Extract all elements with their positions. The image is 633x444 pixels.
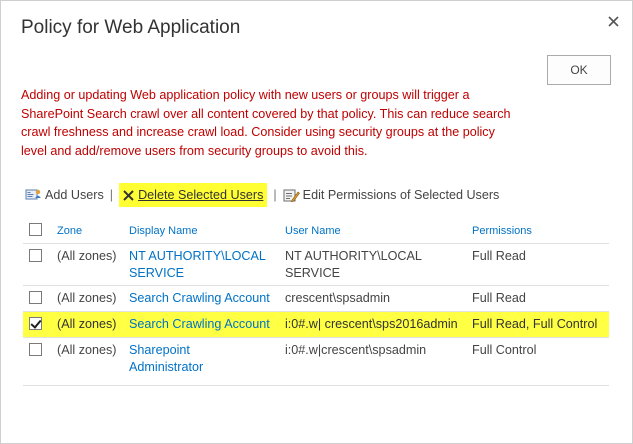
edit-permissions-button[interactable]: Edit Permissions of Selected Users bbox=[283, 183, 500, 207]
select-all-checkbox[interactable] bbox=[29, 223, 42, 236]
row-select-cell bbox=[29, 317, 42, 330]
row-checkbox[interactable] bbox=[29, 249, 42, 262]
delete-x-icon bbox=[123, 189, 134, 201]
add-users-icon bbox=[25, 189, 41, 200]
row-select-cell bbox=[29, 249, 42, 262]
zone-cell: (All zones) bbox=[57, 291, 117, 305]
policy-toolbar: Add Users | Delete Selected Users | Edit… bbox=[25, 181, 499, 209]
user-name-cell: NT AUTHORITY\LOCAL SERVICE bbox=[285, 249, 422, 280]
crawl-warning-text: Adding or updating Web application polic… bbox=[21, 88, 511, 158]
table-row-selected[interactable]: (All zones) Search Crawling Account i:0#… bbox=[23, 311, 609, 337]
policy-dialog: Policy for Web Application OK Adding or … bbox=[0, 0, 633, 444]
edit-permissions-label: Edit Permissions of Selected Users bbox=[302, 188, 500, 202]
display-name-link[interactable]: NT AUTHORITY\LOCAL SERVICE bbox=[129, 248, 279, 282]
permissions-cell: Full Read bbox=[472, 249, 526, 263]
permissions-cell: Full Read, Full Control bbox=[472, 317, 598, 331]
ok-button[interactable]: OK bbox=[547, 55, 611, 85]
row-checkbox[interactable] bbox=[29, 343, 42, 356]
zone-cell: (All zones) bbox=[57, 249, 117, 263]
column-header-display-name[interactable]: Display Name bbox=[129, 223, 279, 240]
dialog-title: Policy for Web Application bbox=[21, 17, 241, 38]
close-icon bbox=[607, 15, 619, 27]
display-name-link[interactable]: Search Crawling Account bbox=[129, 290, 279, 307]
column-header-user-name[interactable]: User Name bbox=[285, 223, 470, 240]
delete-selected-users-button[interactable]: Delete Selected Users bbox=[119, 183, 268, 207]
display-name-link[interactable]: Search Crawling Account bbox=[129, 316, 279, 333]
user-name-cell: crescent\spsadmin bbox=[285, 291, 390, 305]
user-name-cell: i:0#.w| crescent\sps2016admin bbox=[285, 317, 458, 331]
display-name-link[interactable]: Sharepoint Administrator bbox=[129, 342, 209, 376]
permissions-cell: Full Read bbox=[472, 291, 526, 305]
edit-permissions-icon bbox=[283, 189, 300, 202]
close-button[interactable] bbox=[603, 11, 623, 31]
column-header-zone[interactable]: Zone bbox=[57, 223, 82, 240]
table-header-row: Zone Display Name User Name Permissions bbox=[23, 221, 609, 243]
add-users-label: Add Users bbox=[45, 188, 104, 202]
table-bottom-divider bbox=[23, 385, 609, 386]
toolbar-separator: | bbox=[109, 188, 114, 202]
policy-users-table: Zone Display Name User Name Permissions … bbox=[23, 221, 609, 379]
row-checkbox[interactable] bbox=[29, 291, 42, 304]
table-row[interactable]: (All zones) NT AUTHORITY\LOCAL SERVICE N… bbox=[23, 243, 609, 285]
zone-cell: (All zones) bbox=[57, 317, 117, 331]
row-select-cell bbox=[29, 291, 42, 304]
toolbar-separator: | bbox=[273, 188, 277, 202]
select-all-cell bbox=[29, 223, 42, 236]
table-row[interactable]: (All zones) Search Crawling Account cres… bbox=[23, 285, 609, 311]
add-users-button[interactable]: Add Users bbox=[25, 183, 104, 207]
permissions-cell: Full Control bbox=[472, 343, 537, 357]
delete-selected-users-label: Delete Selected Users bbox=[138, 188, 264, 202]
column-header-permissions[interactable]: Permissions bbox=[472, 223, 532, 240]
user-name-cell: i:0#.w|crescent\spsadmin bbox=[285, 343, 427, 357]
row-select-cell bbox=[29, 343, 42, 356]
table-row[interactable]: (All zones) Sharepoint Administrator i:0… bbox=[23, 337, 609, 379]
row-checkbox-checked[interactable] bbox=[29, 317, 42, 330]
zone-cell: (All zones) bbox=[57, 343, 117, 357]
